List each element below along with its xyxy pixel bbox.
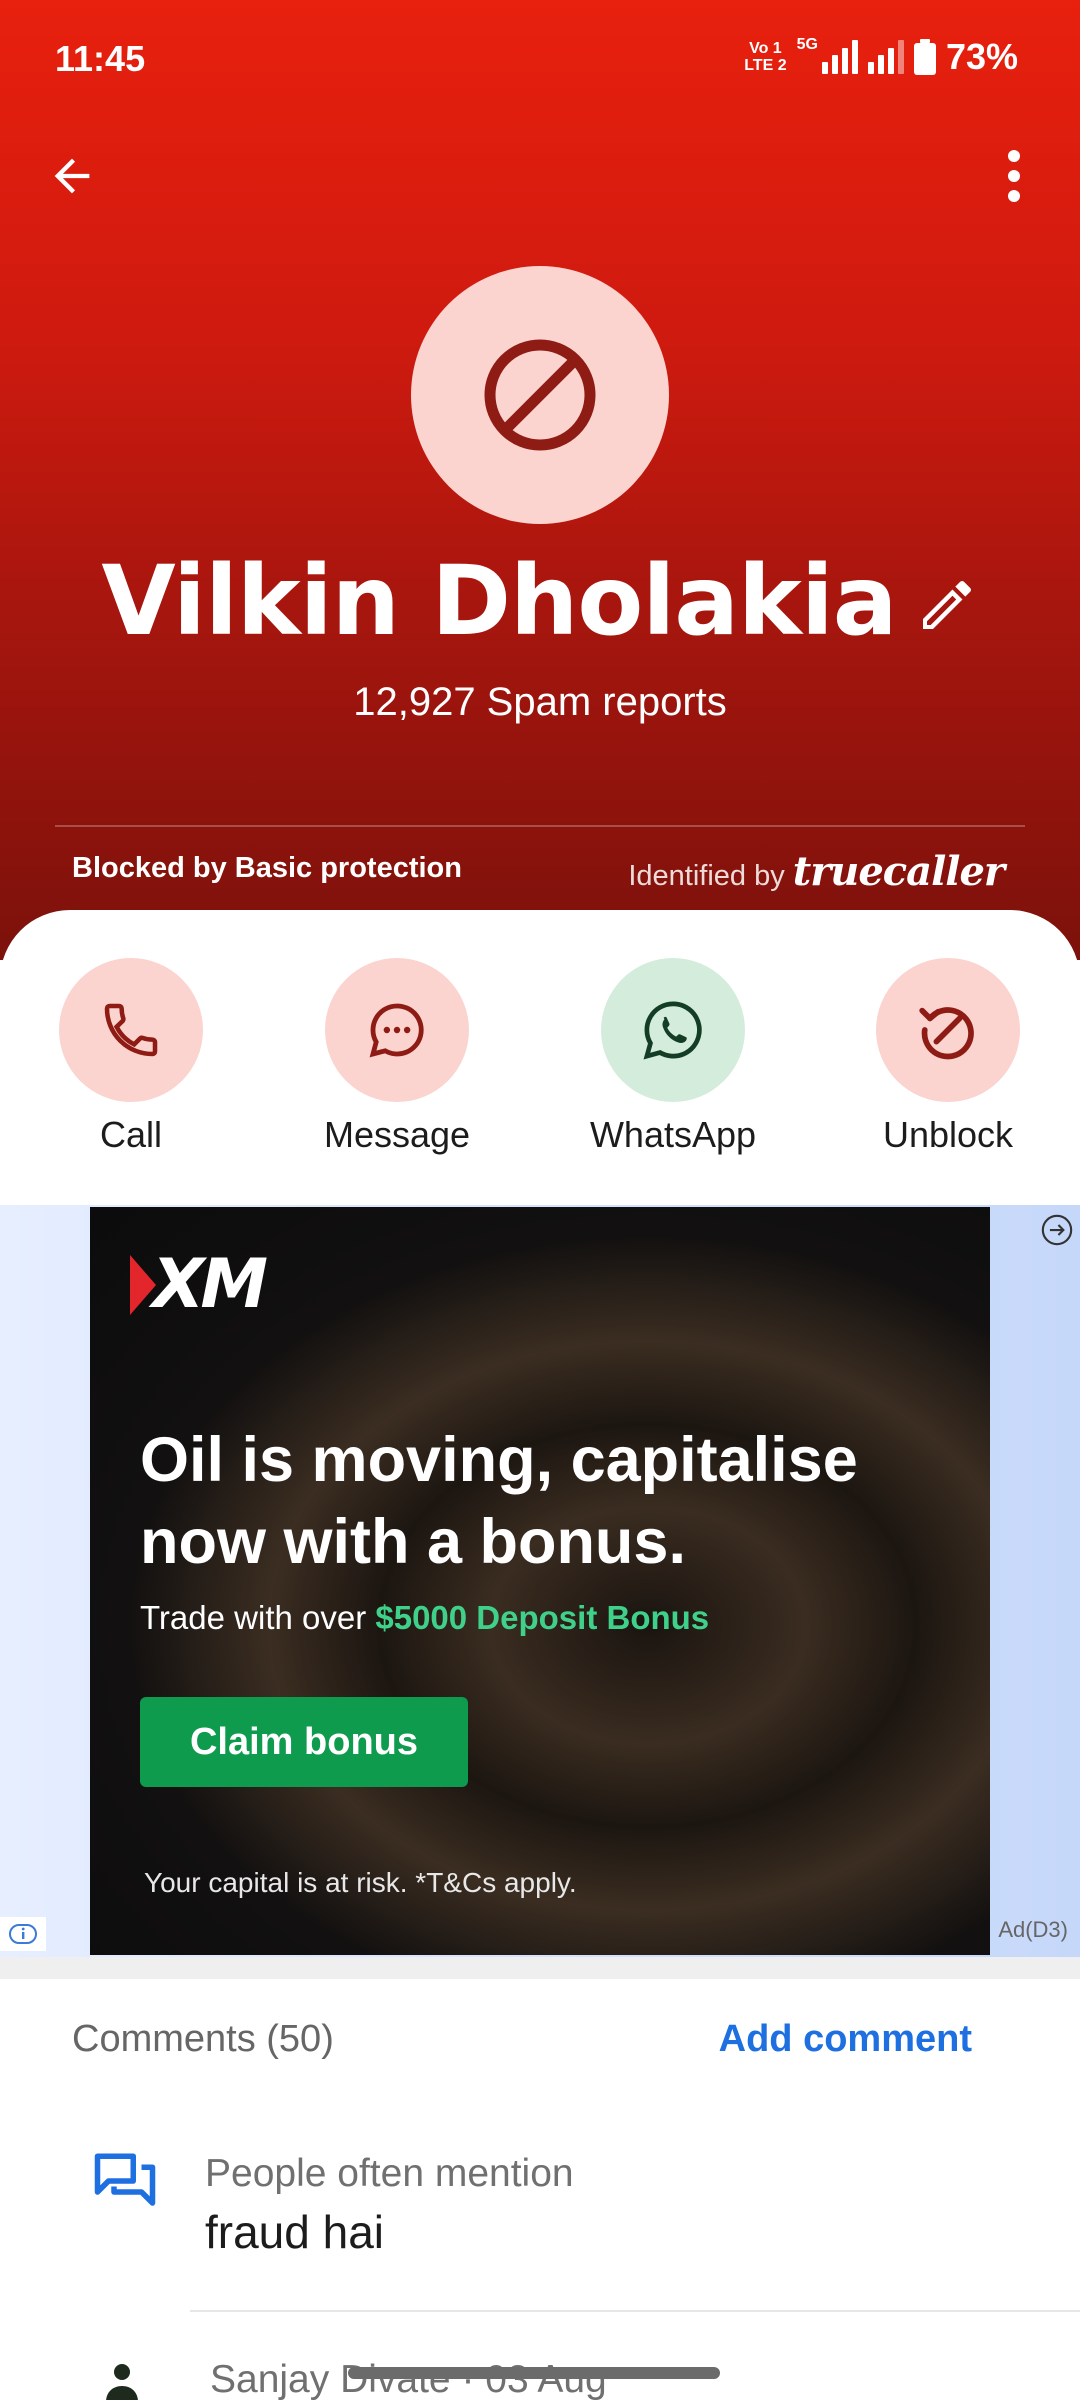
more-vertical-icon: [1008, 150, 1020, 202]
more-options-button[interactable]: [984, 140, 1044, 212]
block-icon: [484, 339, 596, 451]
network-type: 5G: [796, 36, 818, 53]
header-divider: [55, 825, 1025, 827]
action-row: Call Message WhatsApp Unblock: [0, 958, 1080, 1158]
edit-name-icon[interactable]: [915, 573, 979, 637]
user-avatar-icon: [106, 2364, 138, 2400]
comment-meta: Sanjay Divate · 03 Aug: [210, 2358, 607, 2400]
contact-name: Vilkin Dholakia: [101, 545, 897, 657]
ad-subtext: Trade with over $5000 Deposit Bonus: [140, 1599, 710, 1636]
whatsapp-label: WhatsApp: [589, 1114, 757, 1155]
spam-reports: 12,927 Spam reports: [353, 680, 727, 724]
ad-label: Ad(D3): [998, 1917, 1068, 1942]
message-label: Message: [323, 1114, 471, 1155]
unblock-label: Unblock: [882, 1114, 1014, 1155]
signal-icon: [821, 40, 858, 74]
status-time: 11:45: [55, 38, 146, 79]
back-button[interactable]: [36, 140, 108, 212]
ad-headline: Oil is moving, capitalise now with a bon…: [140, 1425, 858, 1577]
arrow-left-icon: [54, 158, 90, 194]
blocked-by-text: Blocked by Basic protection: [72, 852, 462, 884]
message-button[interactable]: Message: [277, 958, 517, 1156]
call-label: Call: [99, 1114, 162, 1155]
signal-sim2-icon: [867, 40, 904, 74]
profile-header: 11:45 Vo 1 LTE 2 5G 73% Vilkin Dholakia …: [0, 0, 1080, 960]
ad-info-icon[interactable]: [0, 1917, 46, 1951]
battery-icon: [913, 39, 936, 75]
mention-value: fraud hai: [205, 2206, 385, 2258]
blocked-avatar: [411, 266, 669, 524]
ad-banner[interactable]: XM Oil is moving, capitalise now with a …: [0, 1205, 1080, 1957]
comments-title: Comments (50): [72, 2018, 334, 2060]
battery-percent: 73%: [945, 36, 1018, 77]
claim-bonus-button[interactable]: Claim bonus: [140, 1697, 468, 1787]
call-button[interactable]: Call: [11, 958, 251, 1156]
section-separator: [0, 1957, 1080, 1979]
volte-badge: Vo 1 LTE 2: [744, 40, 787, 74]
add-comment-button[interactable]: Add comment: [719, 2018, 972, 2061]
phone-icon: [104, 1003, 158, 1057]
identified-by: Identified by truecaller: [628, 848, 1005, 895]
unblock-icon: [919, 1007, 974, 1060]
ad-choices-icon[interactable]: [1040, 1213, 1074, 1247]
ad-creative[interactable]: XM Oil is moving, capitalise now with a …: [90, 1207, 990, 1955]
chat-bubble-icon: [369, 1003, 424, 1058]
row-divider: [190, 2310, 1080, 2312]
status-icons: Vo 1 LTE 2 5G 73%: [744, 36, 1018, 78]
forum-icon: [94, 2153, 156, 2206]
ad-disclaimer: Your capital is at risk. *T&Cs apply.: [144, 1867, 577, 1898]
status-bar: 11:45 Vo 1 LTE 2 5G 73%: [0, 0, 1080, 120]
whatsapp-icon: [643, 1001, 702, 1060]
mention-label: People often mention: [205, 2152, 574, 2195]
xm-logo: XM: [130, 1245, 268, 1324]
truecaller-logo: truecaller: [792, 848, 1005, 895]
home-indicator[interactable]: [348, 2367, 720, 2379]
whatsapp-button[interactable]: WhatsApp: [553, 958, 793, 1156]
contact-name-row: Vilkin Dholakia: [0, 545, 1080, 657]
unblock-button[interactable]: Unblock: [828, 958, 1068, 1156]
